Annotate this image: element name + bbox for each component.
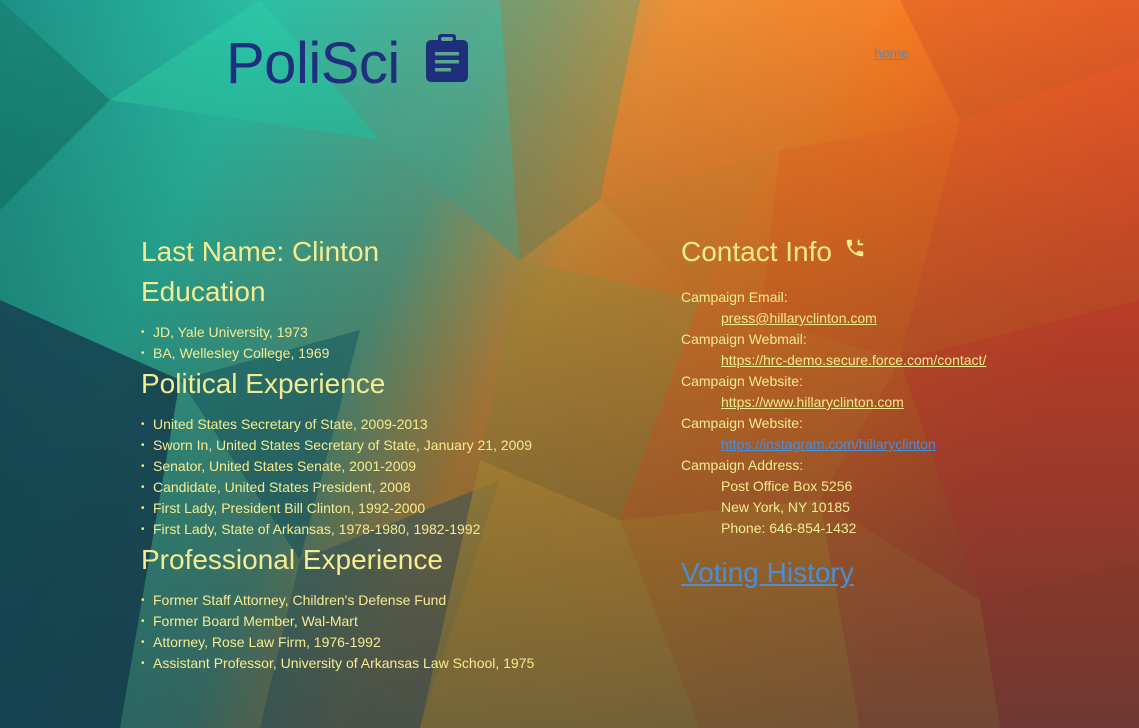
list-item: Former Board Member, Wal-Mart [141, 611, 661, 632]
address-line-1: Post Office Box 5256 [721, 478, 853, 494]
campaign-website2-label: Campaign Website: [681, 415, 803, 431]
instagram-link[interactable]: https://instagram.com/hillaryclinton [721, 436, 936, 452]
campaign-address-label: Campaign Address: [681, 457, 804, 473]
clipboard-icon [424, 32, 470, 89]
list-item: First Lady, President Bill Clinton, 1992… [141, 498, 661, 519]
last-name-heading: Last Name: Clinton [141, 236, 380, 267]
list-item: Attorney, Rose Law Firm, 1976-1992 [141, 632, 661, 653]
professional-experience-list: Former Staff Attorney, Children's Defens… [141, 590, 661, 674]
education-list: JD, Yale University, 1973 BA, Wellesley … [141, 322, 661, 364]
campaign-website-label: Campaign Website: [681, 373, 803, 389]
list-item: BA, Wellesley College, 1969 [141, 343, 661, 364]
list-item: JD, Yale University, 1973 [141, 322, 661, 343]
campaign-email-link[interactable]: press@hillaryclinton.com [721, 310, 877, 326]
brand: PoliSci [226, 28, 470, 100]
phone-icon [844, 237, 866, 264]
list-item: United States Secretary of State, 2009-2… [141, 414, 661, 435]
phone-number: Phone: 646-854-1432 [721, 520, 857, 536]
contact-info-heading: Contact Info [681, 236, 832, 267]
profile-column: Last Name: Clinton Education JD, Yale Un… [141, 232, 661, 674]
brand-title: PoliSci [226, 31, 400, 96]
contact-details: Campaign Email: press@hillaryclinton.com… [681, 287, 1121, 539]
list-item: First Lady, State of Arkansas, 1978-1980… [141, 519, 661, 540]
campaign-webmail-link[interactable]: https://hrc-demo.secure.force.com/contac… [721, 352, 986, 368]
contact-header: Contact Info [681, 232, 1121, 272]
list-item: Sworn In, United States Secretary of Sta… [141, 435, 661, 456]
list-item: Candidate, United States President, 2008 [141, 477, 661, 498]
address-line-2: New York, NY 10185 [721, 499, 850, 515]
list-item: Assistant Professor, University of Arkan… [141, 653, 661, 674]
political-experience-list: United States Secretary of State, 2009-2… [141, 414, 661, 540]
campaign-webmail-label: Campaign Webmail: [681, 331, 807, 347]
list-item: Former Staff Attorney, Children's Defens… [141, 590, 661, 611]
campaign-email-label: Campaign Email: [681, 289, 788, 305]
political-experience-heading: Political Experience [141, 368, 386, 399]
contact-column: Contact Info Campaign Email: press@hilla… [681, 232, 1121, 593]
home-link[interactable]: home [874, 45, 909, 61]
campaign-website-link[interactable]: https://www.hillaryclinton.com [721, 394, 904, 410]
education-heading: Education [141, 276, 266, 307]
professional-experience-heading: Professional Experience [141, 544, 443, 575]
list-item: Senator, United States Senate, 2001-2009 [141, 456, 661, 477]
voting-history-link[interactable]: Voting History [681, 553, 854, 593]
